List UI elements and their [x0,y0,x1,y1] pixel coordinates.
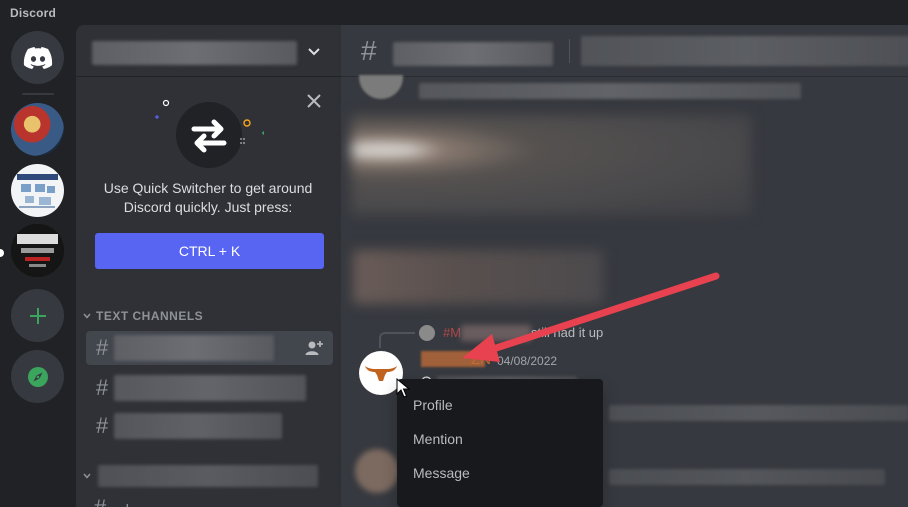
channel-header: # [341,25,908,77]
author-name-suffix[interactable]: ZN [471,351,491,368]
discord-window: Discord Use Quick Switcher to get around… [0,0,908,507]
quick-switcher-line1: Use Quick Switcher to get around [103,180,313,196]
server-icon-2-art [17,174,58,208]
home-button[interactable] [11,31,64,84]
server-name-redacted [92,41,297,65]
close-icon[interactable] [306,93,322,109]
quick-switcher-line2: Discord quickly. Just press: [123,199,293,215]
reply-author-redacted [461,325,531,341]
hashtag-icon: # [96,375,109,400]
menu-item-profile[interactable]: Profile [405,389,595,421]
reply-author[interactable]: #M [443,325,461,340]
channel-title-redacted [393,42,553,66]
server-icon-3-art [11,224,64,277]
channel-topic-redacted [581,36,908,66]
message-text-redacted [609,469,885,485]
category-text-channels[interactable]: TEXT CHANNELS [82,309,203,323]
server-rail [0,25,76,507]
chevron-down-icon [83,473,91,479]
longhorn-logo-icon [365,366,397,381]
channel-sidebar: Use Quick Switcher to get around Discord… [76,25,341,507]
mouse-cursor-icon [396,378,410,398]
explore-servers-button[interactable] [11,350,64,403]
message-text-redacted [609,405,908,421]
selected-server-indicator [0,249,4,257]
message-timestamp: 04/08/2022 [497,354,558,368]
avatar[interactable] [355,449,399,493]
chevron-down-icon[interactable] [306,43,322,59]
message-text-redacted [419,83,801,99]
channel-name-redacted [114,413,282,439]
server-icon-3[interactable] [11,224,64,277]
avatar[interactable] [419,325,435,341]
category-label: TEXT CHANNELS [96,309,204,323]
category-collapsed[interactable] [82,465,318,487]
category-name-redacted [98,465,318,487]
header-divider [569,39,570,63]
menu-item-mention[interactable]: Mention [405,423,595,455]
user-context-menu: Profile Mention Message [397,379,603,507]
app-title: Discord [10,6,57,20]
image-attachment-redacted[interactable] [353,250,603,304]
hashtag-icon: # [96,413,109,438]
server-icon-1[interactable] [11,103,64,156]
chevron-down-icon [83,313,91,319]
reply-connector [379,332,415,348]
add-server-button[interactable] [11,289,64,342]
quick-switcher-illustration [155,99,264,168]
channel-name-redacted [114,375,306,401]
compass-icon [27,366,48,387]
discord-logo-icon [23,46,52,69]
quick-switcher-text: Use Quick Switcher to get around Discord… [88,179,328,217]
channel-item[interactable]: # [86,371,333,405]
channel-name-rules: rules [112,502,145,507]
avatar[interactable] [359,75,403,99]
hashtag-icon: # [361,35,377,66]
server-icon-2[interactable] [11,164,64,217]
invite-user-icon[interactable] [305,339,323,357]
reply-preview[interactable]: still had it up [531,325,603,340]
channel-item-active[interactable]: # [86,331,333,365]
channel-item[interactable]: # [86,409,333,443]
quick-switcher-button[interactable]: CTRL + K [95,233,324,269]
rail-separator [22,93,54,95]
hashtag-icon: # [96,335,109,360]
hashtag-icon: # [94,495,106,507]
channel-name-redacted [114,335,274,361]
menu-item-message[interactable]: Message [405,457,595,489]
image-attachment-redacted[interactable] [351,115,751,215]
title-bar: Discord [0,0,908,25]
plus-icon [29,307,46,324]
server-header[interactable] [76,25,341,77]
channel-item-rules[interactable]: # rules [94,495,145,507]
